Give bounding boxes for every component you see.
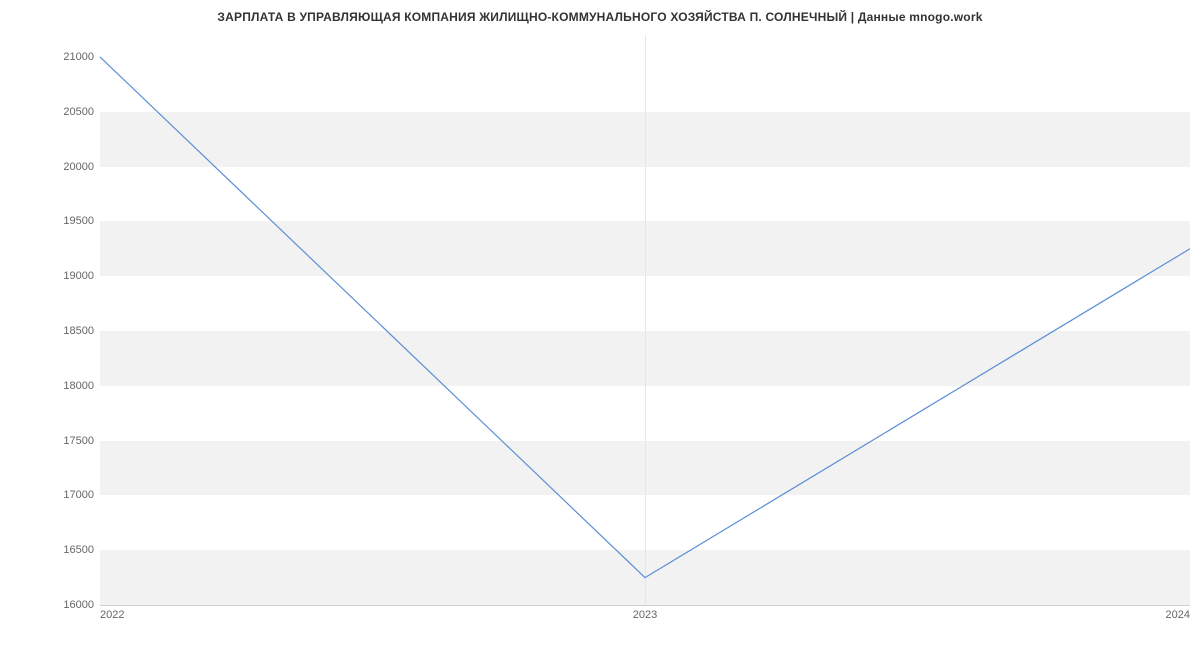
line-series xyxy=(100,35,1190,605)
chart-title: ЗАРПЛАТА В УПРАВЛЯЮЩАЯ КОМПАНИЯ ЖИЛИЩНО-… xyxy=(0,0,1200,24)
x-tick-label: 2024 xyxy=(1166,609,1190,621)
y-tick-label: 18500 xyxy=(4,325,94,337)
y-tick-label: 21000 xyxy=(4,51,94,63)
plot-area xyxy=(100,35,1190,606)
y-tick-label: 17500 xyxy=(4,435,94,447)
y-tick-label: 19500 xyxy=(4,215,94,227)
y-tick-label: 16000 xyxy=(4,599,94,611)
y-tick-label: 19000 xyxy=(4,270,94,282)
x-tick-label: 2023 xyxy=(633,609,657,621)
y-tick-label: 17000 xyxy=(4,489,94,501)
y-tick-label: 20000 xyxy=(4,161,94,173)
y-tick-label: 18000 xyxy=(4,380,94,392)
chart-area: 16000 16500 17000 17500 18000 18500 19000 19500… xyxy=(0,30,1200,630)
y-tick-label: 20500 xyxy=(4,106,94,118)
x-tick-label: 2022 xyxy=(100,609,124,621)
y-tick-label: 16500 xyxy=(4,544,94,556)
